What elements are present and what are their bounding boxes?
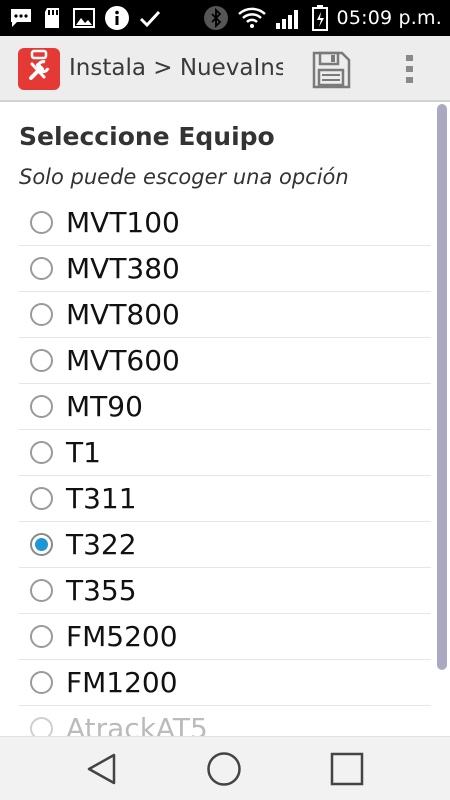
status-bar: 05:09 p.m. [0,0,450,36]
radio-option[interactable]: FM1200 [19,660,431,706]
radio-button[interactable] [30,257,53,280]
battery-charging-icon [311,5,328,31]
radio-button[interactable] [30,441,53,464]
content-area: Seleccione Equipo Solo puede escoger una… [0,104,450,736]
toolbox-icon[interactable] [18,48,60,90]
radio-option[interactable]: MVT800 [19,292,431,338]
status-time: 05:09 p.m. [336,7,442,29]
radio-option[interactable]: FM5200 [19,614,431,660]
radio-option[interactable]: T1 [19,430,431,476]
radio-label: FM5200 [66,620,178,653]
home-button[interactable] [206,751,242,787]
radio-button[interactable] [30,303,53,326]
radio-label: MT90 [66,390,143,423]
radio-label: FM1200 [66,666,178,699]
radio-option[interactable]: T311 [19,476,431,522]
radio-button[interactable] [30,717,53,736]
form-title: Seleccione Equipo [19,122,275,151]
radio-option[interactable]: MVT600 [19,338,431,384]
radio-label: T1 [66,436,101,469]
action-bar: Instala > NuevaInst [0,36,450,102]
scrollbar[interactable] [437,104,447,670]
radio-option[interactable]: T355 [19,568,431,614]
radio-option[interactable]: MVT380 [19,246,431,292]
recents-button[interactable] [329,751,365,787]
radio-button[interactable] [30,487,53,510]
radio-button-checked[interactable] [30,533,53,556]
radio-option-selected[interactable]: T322 [19,522,431,568]
bluetooth-icon [203,6,228,30]
floppy-disk-icon [312,51,351,89]
radio-label: T322 [66,528,137,561]
radio-button[interactable] [30,671,53,694]
radio-label: MVT100 [66,206,180,239]
wifi-icon [237,7,266,28]
radio-button[interactable] [30,579,53,602]
radio-label: AtrackAT5 [66,712,208,736]
back-button[interactable] [84,751,120,787]
image-notification-icon [73,8,95,28]
radio-label: T311 [66,482,137,515]
chat-notification-icon [11,9,31,27]
radio-option[interactable]: MVT100 [19,200,431,246]
radio-label: MVT380 [66,252,180,285]
radio-group: MVT100 MVT380 MVT800 MVT600 MT90 T1 T311 [19,200,431,736]
navigation-bar [0,736,450,800]
recents-square-icon [330,752,364,786]
radio-button[interactable] [30,625,53,648]
info-notification-icon [105,6,129,30]
overflow-menu-button[interactable] [398,50,422,90]
sd-card-icon [45,8,59,28]
home-circle-icon [207,752,241,786]
radio-label: MVT800 [66,298,180,331]
radio-label: MVT600 [66,344,180,377]
save-button[interactable] [310,50,352,90]
check-notification-icon [139,10,161,28]
radio-option[interactable]: MT90 [19,384,431,430]
radio-label: T355 [66,574,137,607]
form-subtitle: Solo puede escoger una opción [19,165,349,189]
radio-button[interactable] [30,211,53,234]
overflow-menu-icon [406,55,413,83]
back-triangle-icon [87,753,116,785]
radio-option[interactable]: AtrackAT5 [19,706,431,736]
signal-icon [275,10,298,29]
radio-button[interactable] [30,349,53,372]
radio-button[interactable] [30,395,53,418]
app-title: Instala > NuevaInst [69,55,283,81]
